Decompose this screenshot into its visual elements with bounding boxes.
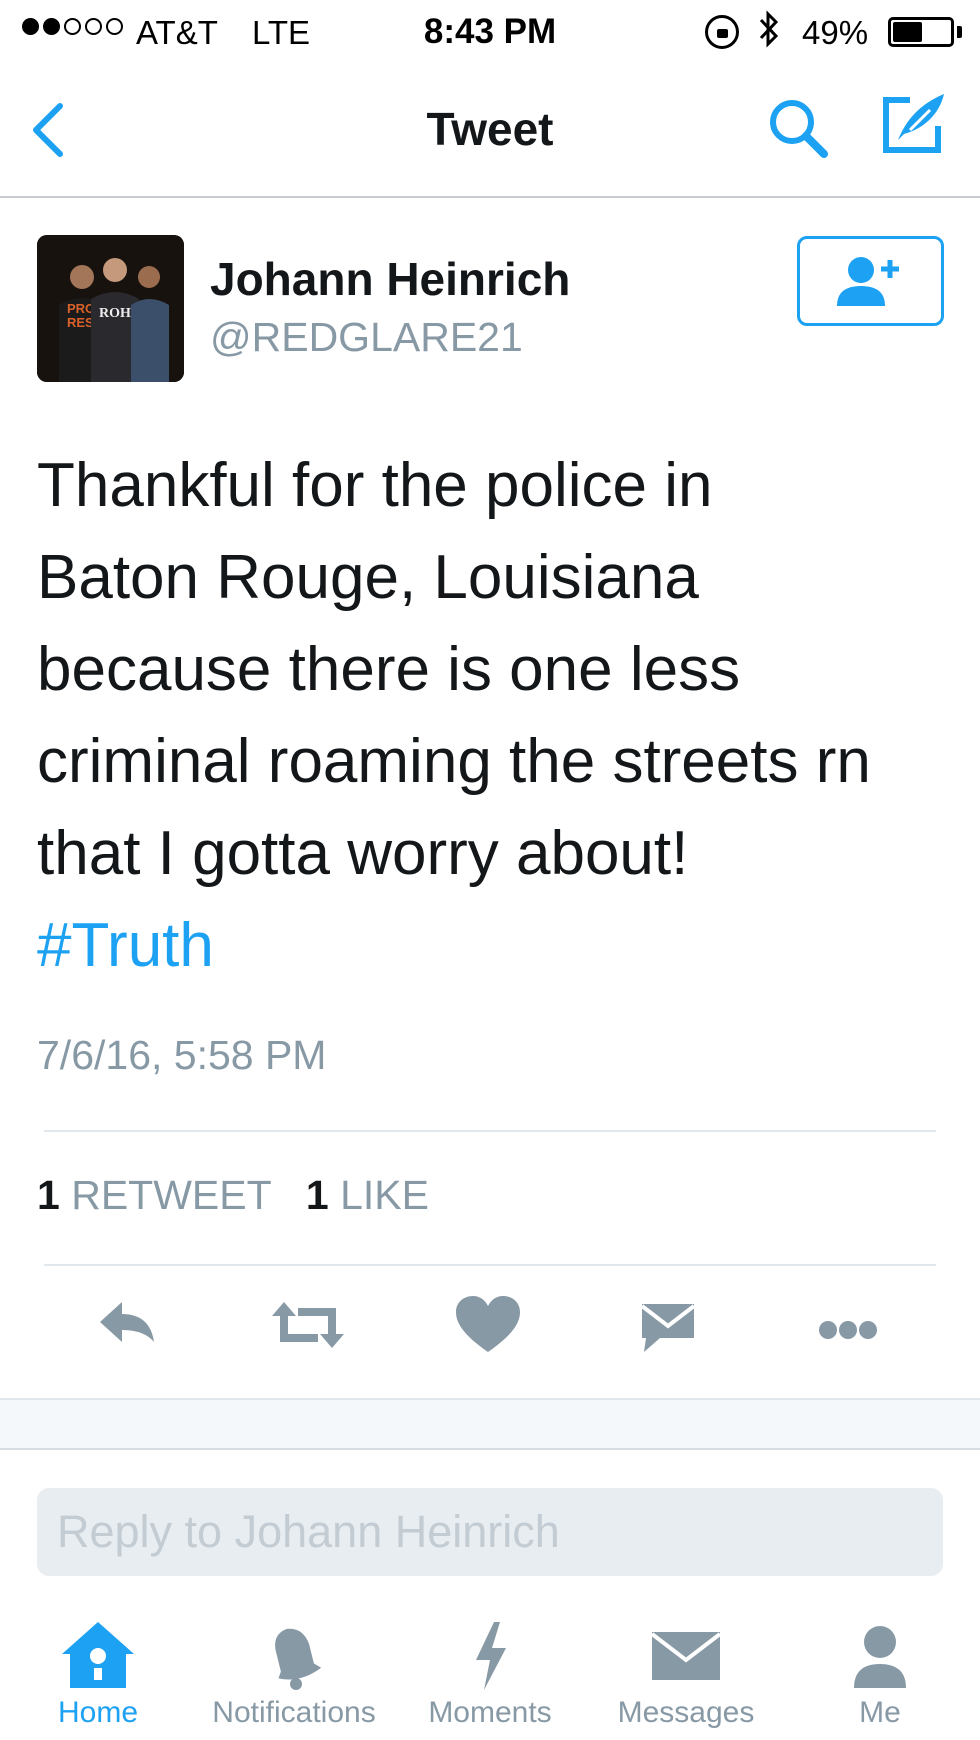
search-icon [770, 100, 828, 158]
tab-messages[interactable]: Messages [610, 1600, 762, 1740]
direct-message-icon [640, 1304, 696, 1352]
status-bar: AT&T LTE 8:43 PM 49% [0, 0, 980, 62]
person-icon [854, 1626, 906, 1688]
follow-button[interactable] [797, 236, 944, 326]
tab-bar: Home Notifications Moments Messages Me [0, 1600, 980, 1740]
divider [44, 1264, 936, 1266]
envelope-icon [650, 1632, 722, 1680]
section-separator [0, 1398, 980, 1450]
tweet-text: Thankful for the police in Baton Rouge, … [37, 440, 957, 992]
reply-button[interactable] [88, 1290, 168, 1360]
tweet-text-line: that I gotta worry about! [37, 819, 689, 888]
navigation-bar: Tweet [0, 62, 980, 198]
add-user-icon [837, 257, 899, 306]
tab-label: Notifications [212, 1696, 376, 1729]
home-icon [62, 1622, 134, 1688]
reply-input[interactable]: Reply to Johann Heinrich [37, 1488, 943, 1576]
tweet-text-line: Thankful for the police in [37, 451, 713, 520]
svg-text:PRO: PRO [67, 301, 95, 316]
like-button[interactable] [448, 1290, 528, 1360]
search-button[interactable] [766, 96, 830, 160]
svg-text:RES: RES [67, 315, 94, 330]
tab-label: Moments [428, 1696, 552, 1729]
tab-moments[interactable]: Moments [420, 1600, 560, 1740]
like-count: 1 [305, 1172, 329, 1218]
retweet-icon [272, 1302, 344, 1348]
hashtag-link[interactable]: #Truth [37, 900, 957, 992]
reply-icon [100, 1302, 154, 1342]
lightning-icon [476, 1622, 506, 1690]
tweet-text-line: criminal roaming the streets rn [37, 727, 871, 796]
compose-tweet-icon [883, 94, 944, 153]
rotation-lock-icon [705, 15, 739, 49]
tab-me[interactable]: Me [830, 1600, 930, 1740]
direct-message-button[interactable] [628, 1290, 708, 1360]
tab-label: Messages [617, 1696, 755, 1729]
author-handle[interactable]: @REDGLARE21 [210, 314, 523, 361]
more-button[interactable] [808, 1290, 888, 1360]
author-name[interactable]: Johann Heinrich [210, 252, 570, 306]
tab-label: Home [57, 1696, 139, 1729]
battery-icon [888, 17, 954, 47]
compose-button[interactable] [880, 90, 948, 156]
retweet-stat-label: RETWEET [71, 1172, 272, 1218]
retweet-count: 1 [37, 1172, 60, 1218]
like-icon [456, 1296, 520, 1352]
avatar[interactable]: PRO RES ROH [37, 235, 184, 382]
tweet-timestamp: 7/6/16, 5:58 PM [37, 1032, 327, 1078]
tweet-actions [0, 1290, 980, 1360]
like-stat-label: LIKE [340, 1172, 429, 1218]
engagement-stats: 1 RETWEET 1 LIKE [37, 1172, 429, 1219]
battery-percent: 49% [802, 14, 869, 51]
divider [44, 1130, 936, 1132]
retweet-button[interactable] [268, 1290, 348, 1360]
tweet-text-line: Baton Rouge, Louisiana [37, 543, 699, 612]
bell-icon [275, 1628, 322, 1690]
more-icon [819, 1321, 877, 1339]
svg-text:ROH: ROH [99, 306, 131, 321]
tweet-text-line: because there is one less [37, 635, 741, 704]
retweet-stat[interactable]: 1 RETWEET [37, 1172, 272, 1218]
like-stat[interactable]: 1 LIKE [306, 1172, 429, 1218]
tab-home[interactable]: Home [40, 1600, 156, 1740]
page-title: Tweet [426, 103, 554, 155]
tab-notifications[interactable]: Notifications [196, 1600, 392, 1740]
tab-label: Me [859, 1696, 901, 1729]
bluetooth-icon [758, 10, 780, 57]
